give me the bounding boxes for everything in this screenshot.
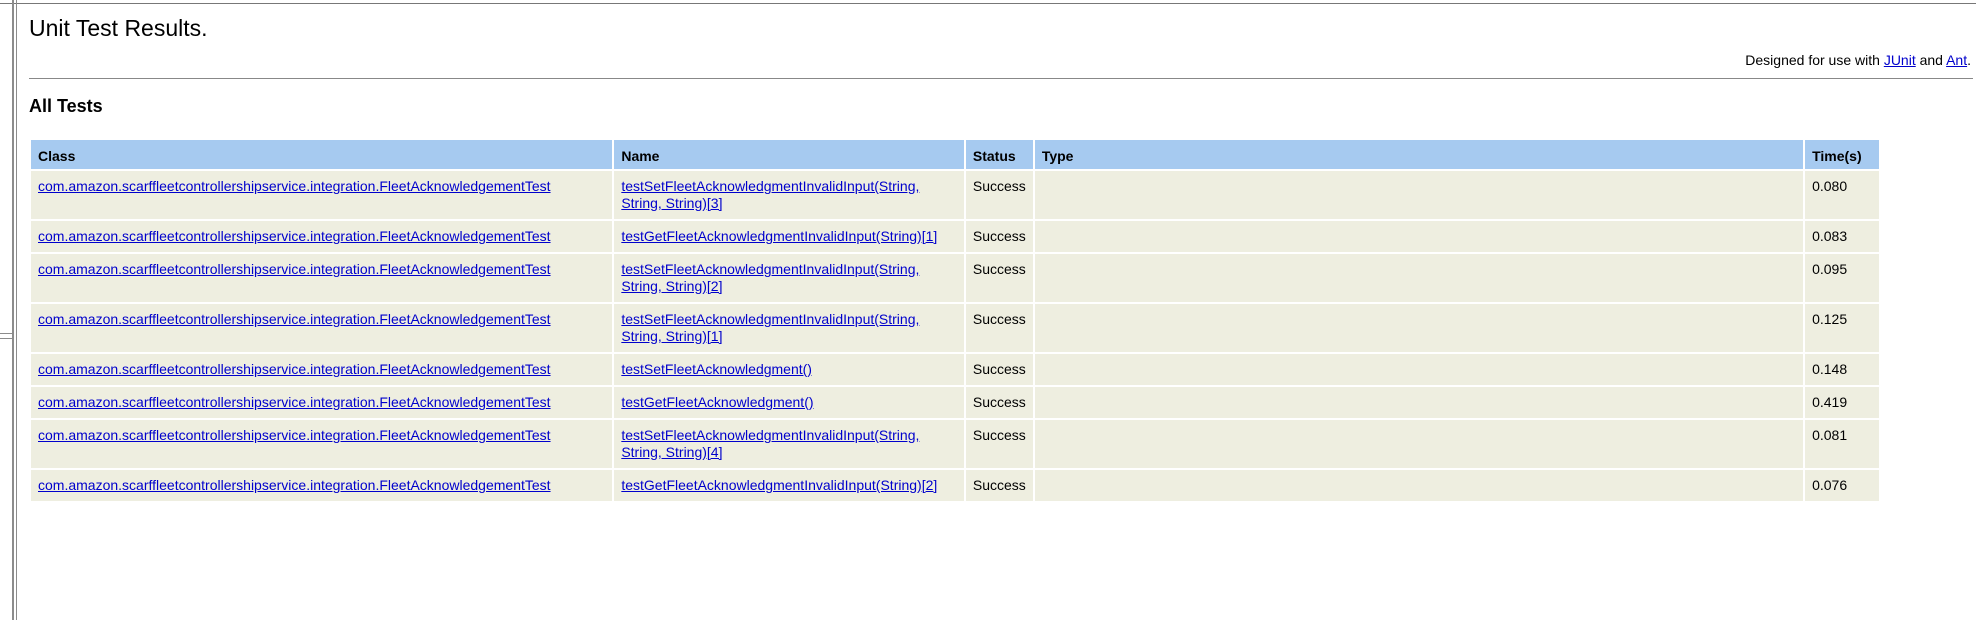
class-link[interactable]: com.amazon.scarffleetcontrollershipservi… bbox=[38, 427, 551, 443]
status-cell: Success bbox=[965, 420, 1033, 468]
type-cell bbox=[1034, 221, 1804, 252]
table-row: com.amazon.scarffleetcontrollershipservi… bbox=[31, 470, 1879, 501]
name-cell: testGetFleetAcknowledgmentInvalidInput(S… bbox=[614, 470, 964, 501]
name-cell: testSetFleetAcknowledgmentInvalidInput(S… bbox=[614, 420, 964, 468]
section-title: All Tests bbox=[29, 96, 103, 116]
test-name-link[interactable]: testGetFleetAcknowledgment() bbox=[621, 394, 813, 410]
type-cell bbox=[1034, 254, 1804, 302]
class-cell: com.amazon.scarffleetcontrollershipservi… bbox=[31, 171, 613, 219]
designed-for-note: Designed for use with JUnit and Ant. bbox=[1745, 52, 1971, 68]
column-header-time: Time(s) bbox=[1805, 140, 1879, 169]
frame-divider[interactable] bbox=[12, 0, 14, 620]
class-cell: com.amazon.scarffleetcontrollershipservi… bbox=[31, 420, 613, 468]
report-content: Unit Test Results. Designed for use with… bbox=[29, 12, 1976, 501]
test-name-link[interactable]: testGetFleetAcknowledgmentInvalidInput(S… bbox=[621, 477, 937, 493]
junit-link[interactable]: JUnit bbox=[1884, 52, 1916, 68]
name-cell: testSetFleetAcknowledgmentInvalidInput(S… bbox=[614, 171, 964, 219]
test-name-link[interactable]: testSetFleetAcknowledgmentInvalidInput(S… bbox=[621, 427, 919, 460]
table-row: com.amazon.scarffleetcontrollershipservi… bbox=[31, 354, 1879, 385]
status-cell: Success bbox=[965, 171, 1033, 219]
designed-suffix: . bbox=[1967, 52, 1971, 68]
time-cell: 0.148 bbox=[1805, 354, 1879, 385]
header-divider bbox=[29, 78, 1973, 79]
designed-prefix: Designed for use with bbox=[1745, 52, 1884, 68]
table-row: com.amazon.scarffleetcontrollershipservi… bbox=[31, 254, 1879, 302]
name-cell: testSetFleetAcknowledgmentInvalidInput(S… bbox=[614, 254, 964, 302]
test-name-link[interactable]: testGetFleetAcknowledgmentInvalidInput(S… bbox=[621, 228, 937, 244]
designed-and: and bbox=[1915, 52, 1947, 68]
ant-link[interactable]: Ant bbox=[1946, 52, 1967, 68]
column-header-type: Type bbox=[1034, 140, 1804, 169]
frame-border-top bbox=[0, 3, 1976, 4]
class-cell: com.amazon.scarffleetcontrollershipservi… bbox=[31, 304, 613, 352]
status-cell: Success bbox=[965, 354, 1033, 385]
test-name-link[interactable]: testSetFleetAcknowledgment() bbox=[621, 361, 812, 377]
frame-splitter-handle[interactable] bbox=[0, 333, 12, 339]
time-cell: 0.083 bbox=[1805, 221, 1879, 252]
table-row: com.amazon.scarffleetcontrollershipservi… bbox=[31, 221, 1879, 252]
time-cell: 0.095 bbox=[1805, 254, 1879, 302]
type-cell bbox=[1034, 387, 1804, 418]
test-results-table: Class Name Status Type Time(s) com.amazo… bbox=[29, 138, 1881, 503]
type-cell bbox=[1034, 354, 1804, 385]
name-cell: testSetFleetAcknowledgmentInvalidInput(S… bbox=[614, 304, 964, 352]
time-cell: 0.419 bbox=[1805, 387, 1879, 418]
name-cell: testGetFleetAcknowledgmentInvalidInput(S… bbox=[614, 221, 964, 252]
class-link[interactable]: com.amazon.scarffleetcontrollershipservi… bbox=[38, 311, 551, 327]
table-row: com.amazon.scarffleetcontrollershipservi… bbox=[31, 304, 1879, 352]
column-header-status: Status bbox=[965, 140, 1033, 169]
table-body: com.amazon.scarffleetcontrollershipservi… bbox=[31, 171, 1879, 501]
column-header-name: Name bbox=[614, 140, 964, 169]
name-cell: testGetFleetAcknowledgment() bbox=[614, 387, 964, 418]
time-cell: 0.081 bbox=[1805, 420, 1879, 468]
page-title: Unit Test Results. bbox=[29, 15, 208, 41]
status-cell: Success bbox=[965, 254, 1033, 302]
class-cell: com.amazon.scarffleetcontrollershipservi… bbox=[31, 387, 613, 418]
table-row: com.amazon.scarffleetcontrollershipservi… bbox=[31, 420, 1879, 468]
type-cell bbox=[1034, 420, 1804, 468]
status-cell: Success bbox=[965, 470, 1033, 501]
column-header-class: Class bbox=[31, 140, 613, 169]
type-cell bbox=[1034, 470, 1804, 501]
class-link[interactable]: com.amazon.scarffleetcontrollershipservi… bbox=[38, 394, 551, 410]
class-link[interactable]: com.amazon.scarffleetcontrollershipservi… bbox=[38, 361, 551, 377]
table-row: com.amazon.scarffleetcontrollershipservi… bbox=[31, 171, 1879, 219]
class-cell: com.amazon.scarffleetcontrollershipservi… bbox=[31, 254, 613, 302]
type-cell bbox=[1034, 171, 1804, 219]
time-cell: 0.080 bbox=[1805, 171, 1879, 219]
class-link[interactable]: com.amazon.scarffleetcontrollershipservi… bbox=[38, 477, 551, 493]
class-link[interactable]: com.amazon.scarffleetcontrollershipservi… bbox=[38, 228, 551, 244]
name-cell: testSetFleetAcknowledgment() bbox=[614, 354, 964, 385]
status-cell: Success bbox=[965, 387, 1033, 418]
table-row: com.amazon.scarffleetcontrollershipservi… bbox=[31, 387, 1879, 418]
class-cell: com.amazon.scarffleetcontrollershipservi… bbox=[31, 221, 613, 252]
time-cell: 0.125 bbox=[1805, 304, 1879, 352]
class-cell: com.amazon.scarffleetcontrollershipservi… bbox=[31, 470, 613, 501]
status-cell: Success bbox=[965, 304, 1033, 352]
time-cell: 0.076 bbox=[1805, 470, 1879, 501]
type-cell bbox=[1034, 304, 1804, 352]
test-name-link[interactable]: testSetFleetAcknowledgmentInvalidInput(S… bbox=[621, 261, 919, 294]
frame-divider-inner bbox=[16, 0, 17, 620]
test-name-link[interactable]: testSetFleetAcknowledgmentInvalidInput(S… bbox=[621, 311, 919, 344]
class-cell: com.amazon.scarffleetcontrollershipservi… bbox=[31, 354, 613, 385]
class-link[interactable]: com.amazon.scarffleetcontrollershipservi… bbox=[38, 178, 551, 194]
report-page: Unit Test Results. Designed for use with… bbox=[0, 0, 1976, 620]
test-name-link[interactable]: testSetFleetAcknowledgmentInvalidInput(S… bbox=[621, 178, 919, 211]
table-header-row: Class Name Status Type Time(s) bbox=[31, 140, 1879, 169]
status-cell: Success bbox=[965, 221, 1033, 252]
class-link[interactable]: com.amazon.scarffleetcontrollershipservi… bbox=[38, 261, 551, 277]
